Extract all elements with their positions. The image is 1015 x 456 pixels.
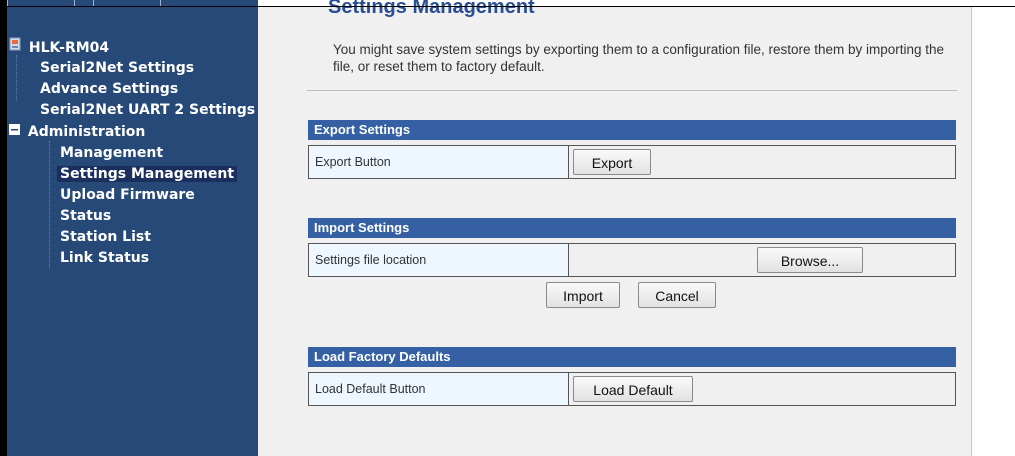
tree-connector bbox=[49, 141, 51, 269]
import-button[interactable]: Import bbox=[546, 282, 620, 308]
sidebar-item-label: Serial2Net UART 2 Settings bbox=[40, 102, 256, 118]
frame-top-border bbox=[0, 6, 1015, 7]
load-default-button[interactable]: Load Default bbox=[573, 376, 693, 402]
settings-file-location-label: Settings file location bbox=[309, 244, 569, 276]
intro-text: You might save system settings by export… bbox=[333, 42, 945, 74]
sidebar: HLK-RM04 Serial2Net Settings Advance Set… bbox=[7, 0, 258, 456]
browse-button[interactable]: Browse... bbox=[757, 247, 863, 273]
page-title: Settings Management bbox=[328, 0, 535, 18]
sidebar-item-label: Link Status bbox=[60, 250, 150, 266]
import-settings-header: Import Settings bbox=[308, 218, 956, 238]
cancel-button[interactable]: Cancel bbox=[638, 282, 716, 308]
sidebar-item-advance-settings[interactable]: Advance Settings bbox=[37, 79, 181, 100]
export-settings-header: Export Settings bbox=[308, 120, 956, 140]
sidebar-item-label: Status bbox=[60, 208, 112, 224]
load-factory-defaults-row: Load Default Button Load Default bbox=[308, 372, 956, 406]
load-factory-defaults-header: Load Factory Defaults bbox=[308, 347, 956, 367]
tree-root[interactable]: HLK-RM04 bbox=[9, 37, 112, 58]
tree-root-label: HLK-RM04 bbox=[28, 39, 110, 56]
sidebar-item-management[interactable]: Management bbox=[57, 143, 166, 164]
sidebar-folder-label: Administration bbox=[27, 123, 146, 140]
tree-connector bbox=[16, 55, 18, 101]
sidebar-item-label: Advance Settings bbox=[40, 81, 179, 97]
sidebar-item-status[interactable]: Status bbox=[57, 206, 114, 227]
sidebar-item-label: Serial2Net Settings bbox=[40, 60, 195, 76]
sidebar-item-link-status[interactable]: Link Status bbox=[57, 248, 152, 269]
export-settings-row: Export Button Export bbox=[308, 145, 956, 179]
sidebar-item-settings-management[interactable]: Settings Management bbox=[57, 164, 238, 185]
sidebar-item-label: Management bbox=[60, 145, 164, 161]
sidebar-item-label: Upload Firmware bbox=[60, 187, 195, 203]
load-default-button-label: Load Default Button bbox=[309, 373, 569, 405]
sidebar-item-station-list[interactable]: Station List bbox=[57, 227, 154, 248]
export-button[interactable]: Export bbox=[573, 149, 651, 175]
sidebar-item-label: Station List bbox=[60, 229, 151, 245]
sidebar-item-label: Settings Management bbox=[57, 166, 238, 182]
sidebar-folder-administration[interactable]: Administration bbox=[9, 121, 148, 142]
divider bbox=[307, 90, 957, 91]
frame-right-border bbox=[971, 7, 972, 456]
export-button-label: Export Button bbox=[309, 146, 569, 178]
import-settings-row: Settings file location Browse... bbox=[308, 243, 956, 277]
frame-left-border bbox=[0, 0, 7, 456]
sidebar-item-serial2net-uart2-settings[interactable]: Serial2Net UART 2 Settings bbox=[37, 100, 258, 121]
sidebar-item-upload-firmware[interactable]: Upload Firmware bbox=[57, 185, 198, 206]
collapse-minus-icon[interactable] bbox=[9, 121, 20, 142]
sidebar-item-serial2net-settings[interactable]: Serial2Net Settings bbox=[37, 58, 197, 79]
device-icon bbox=[9, 37, 21, 58]
file-path-field[interactable] bbox=[573, 247, 755, 273]
main-content: Settings Management You might save syste… bbox=[258, 0, 971, 456]
